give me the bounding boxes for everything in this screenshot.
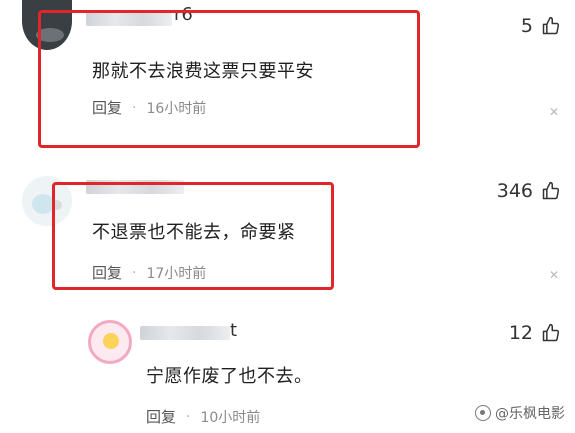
thumbs-up-icon (542, 181, 560, 200)
avatar[interactable] (22, 176, 72, 226)
reply-button[interactable]: 回复 (92, 262, 122, 283)
comment-text: 宁愿作废了也不去。 (146, 366, 313, 387)
reply-button[interactable]: 回复 (92, 97, 122, 118)
username[interactable]: r6 (174, 4, 193, 25)
like-button[interactable]: 346 (497, 180, 561, 202)
timestamp: 10小时前 (200, 409, 261, 426)
username-blurred (86, 180, 184, 194)
separator: · (186, 408, 191, 425)
timestamp: 17小时前 (146, 265, 207, 282)
like-button[interactable]: 12 (509, 322, 561, 344)
comment-meta: 回复 · 16小时前 (92, 97, 206, 118)
avatar[interactable] (88, 320, 132, 364)
watermark: @乐枫电影 (475, 403, 565, 423)
thumbs-up-icon (542, 16, 560, 35)
comment-meta: 回复 · 10小时前 (146, 406, 260, 427)
comment-2: 不退票也不能去，命要紧 回复 · 17小时前 346 ✕ (0, 170, 575, 300)
avatar[interactable] (22, 0, 72, 50)
watermark-text: @乐枫电影 (495, 406, 565, 422)
comment-meta: 回复 · 17小时前 (92, 262, 206, 283)
comment-1: r6 那就不去浪费这票只要平安 回复 · 16小时前 5 ✕ (0, 0, 575, 160)
separator: · (132, 264, 137, 281)
like-count: 5 (520, 15, 533, 37)
close-icon[interactable]: ✕ (549, 105, 559, 119)
timestamp: 16小时前 (146, 100, 207, 117)
like-button[interactable]: 5 (521, 15, 561, 37)
close-icon[interactable]: ✕ (549, 268, 559, 282)
thumbs-up-icon (542, 323, 560, 342)
watermark-logo-icon (475, 405, 491, 421)
username[interactable]: t (230, 320, 237, 341)
like-count: 12 (508, 322, 533, 344)
username-blurred (140, 326, 230, 340)
like-count: 346 (496, 180, 533, 202)
username-blurred (86, 12, 172, 26)
separator: · (132, 99, 137, 116)
comment-text: 不退票也不能去，命要紧 (92, 222, 296, 243)
comment-text: 那就不去浪费这票只要平安 (92, 61, 314, 82)
reply-button[interactable]: 回复 (146, 406, 176, 427)
